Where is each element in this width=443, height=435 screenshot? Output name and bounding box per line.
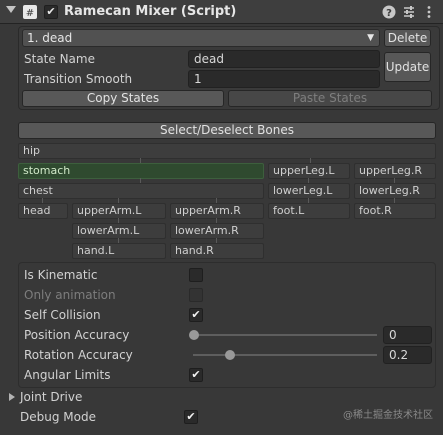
bone-chest[interactable]: chest	[18, 183, 264, 199]
script-icon: #	[23, 5, 37, 19]
bone-foot-r[interactable]: foot.R	[354, 203, 436, 219]
angular-limits-checkbox[interactable]: ✔	[189, 368, 203, 382]
state-name-field[interactable]: dead	[188, 50, 380, 68]
watermark: @稀土掘金技术社区	[343, 410, 433, 421]
self-collision-label: Self Collision	[24, 308, 101, 322]
bone-hip[interactable]: hip	[18, 143, 436, 159]
only-animation-label: Only animation	[24, 288, 116, 302]
help-icon[interactable]: ?	[381, 4, 397, 20]
is-kinematic-label: Is Kinematic	[24, 268, 98, 282]
joint-drive-label[interactable]: Joint Drive	[20, 389, 82, 405]
angular-limits-label: Angular Limits	[24, 368, 111, 382]
rotation-accuracy-slider-track[interactable]	[193, 354, 377, 356]
bone-upperleg-l[interactable]: upperLeg.L	[268, 163, 350, 179]
position-accuracy-field[interactable]: 0	[383, 326, 432, 344]
svg-text:?: ?	[386, 8, 392, 19]
component-enabled-checkbox[interactable]: ✔	[44, 5, 58, 19]
bone-foot-l[interactable]: foot.L	[268, 203, 350, 219]
debug-mode-label: Debug Mode	[20, 410, 96, 424]
bone-lowerleg-l[interactable]: lowerLeg.L	[268, 183, 350, 199]
rotation-accuracy-label: Rotation Accuracy	[24, 348, 133, 362]
position-accuracy-slider-track[interactable]	[193, 334, 377, 336]
bone-hand-r[interactable]: hand.R	[170, 243, 264, 259]
state-dropdown-value: 1. dead	[27, 31, 73, 45]
update-button[interactable]: Update	[384, 52, 431, 82]
more-icon[interactable]	[421, 4, 437, 20]
transition-smooth-label: Transition Smooth	[24, 72, 133, 86]
transition-smooth-field[interactable]: 1	[188, 70, 380, 88]
only-animation-checkbox[interactable]	[189, 288, 203, 302]
self-collision-checkbox[interactable]: ✔	[189, 308, 203, 322]
bone-lowerarm-l[interactable]: lowerArm.L	[72, 223, 166, 239]
delete-button[interactable]: Delete	[384, 29, 431, 47]
position-accuracy-label: Position Accuracy	[24, 328, 130, 342]
bone-stomach[interactable]: stomach	[18, 163, 264, 179]
svg-text:#: #	[26, 8, 34, 19]
copy-states-button[interactable]: Copy States	[22, 90, 224, 107]
bone-hand-l[interactable]: hand.L	[72, 243, 166, 259]
position-accuracy-slider-thumb[interactable]	[189, 330, 199, 340]
is-kinematic-checkbox[interactable]	[189, 268, 203, 282]
rotation-accuracy-slider-thumb[interactable]	[225, 350, 235, 360]
rotation-accuracy-field[interactable]: 0.2	[383, 346, 432, 364]
settings-icon[interactable]	[401, 4, 417, 20]
paste-states-button[interactable]: Paste States	[228, 90, 432, 107]
bone-upperarm-r[interactable]: upperArm.R	[170, 203, 264, 219]
chevron-down-icon: ▼	[367, 33, 374, 43]
debug-mode-checkbox[interactable]: ✔	[184, 410, 198, 424]
bone-upperarm-l[interactable]: upperArm.L	[72, 203, 166, 219]
bone-lowerarm-r[interactable]: lowerArm.R	[170, 223, 264, 239]
state-name-label: State Name	[24, 52, 95, 66]
foldout-arrow-icon[interactable]	[6, 6, 16, 13]
component-header[interactable]: # ✔ Ramecan Mixer (Script) ?	[0, 0, 443, 24]
state-dropdown[interactable]: 1. dead ▼	[22, 29, 380, 47]
bone-upperleg-r[interactable]: upperLeg.R	[354, 163, 436, 179]
bone-head[interactable]: head	[18, 203, 68, 219]
joint-drive-foldout-icon[interactable]	[9, 393, 15, 401]
select-deselect-bones-button[interactable]: Select/Deselect Bones	[18, 122, 436, 139]
bone-lowerleg-r[interactable]: lowerLeg.R	[354, 183, 436, 199]
component-title: Ramecan Mixer (Script)	[64, 4, 237, 19]
